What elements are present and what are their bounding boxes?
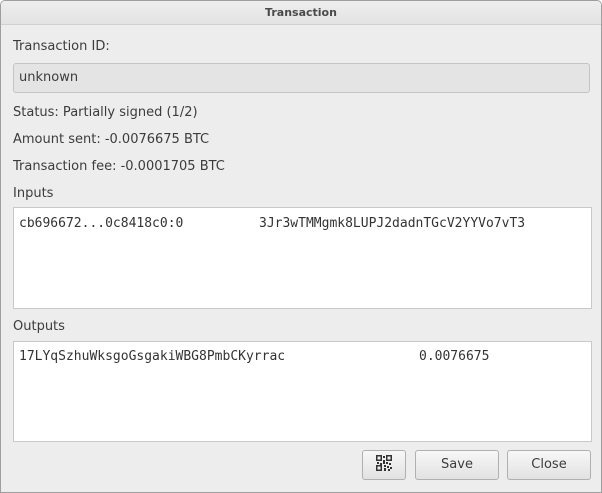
outputs-label: Outputs [13, 319, 65, 334]
input-address: 3Jr3wTMMgmk8LUPJ2dadnTGcV2YYVo7vT3 [259, 216, 526, 231]
inputs-list[interactable]: cb696672...0c8418c0:0 3Jr3wTMMgmk8LUPJ2d… [13, 207, 592, 309]
outputs-list[interactable]: 17LYqSzhuWksgoGsgakiWBG8PmbCKyrrac 0.007… [13, 341, 592, 442]
output-address: 17LYqSzhuWksgoGsgakiWBG8PmbCKyrrac [19, 349, 286, 364]
transaction-dialog: Transaction Transaction ID: unknown Stat… [0, 0, 602, 493]
output-amount: 0.0076675 [419, 349, 490, 364]
window-title[interactable]: Transaction [1, 1, 601, 25]
transaction-fee-text: Transaction fee: -0.0001705 BTC [13, 159, 225, 174]
transaction-id-label: Transaction ID: [13, 39, 110, 54]
save-button[interactable]: Save [415, 450, 499, 480]
transaction-id-field[interactable]: unknown [13, 63, 590, 93]
inputs-label: Inputs [13, 186, 54, 201]
qr-code-icon [376, 455, 392, 471]
input-prevout: cb696672...0c8418c0:0 [19, 216, 184, 231]
show-qr-code-button[interactable] [362, 450, 406, 480]
status-text: Status: Partially signed (1/2) [13, 105, 198, 120]
amount-sent-text: Amount sent: -0.0076675 BTC [13, 132, 210, 147]
close-button[interactable]: Close [507, 450, 591, 480]
